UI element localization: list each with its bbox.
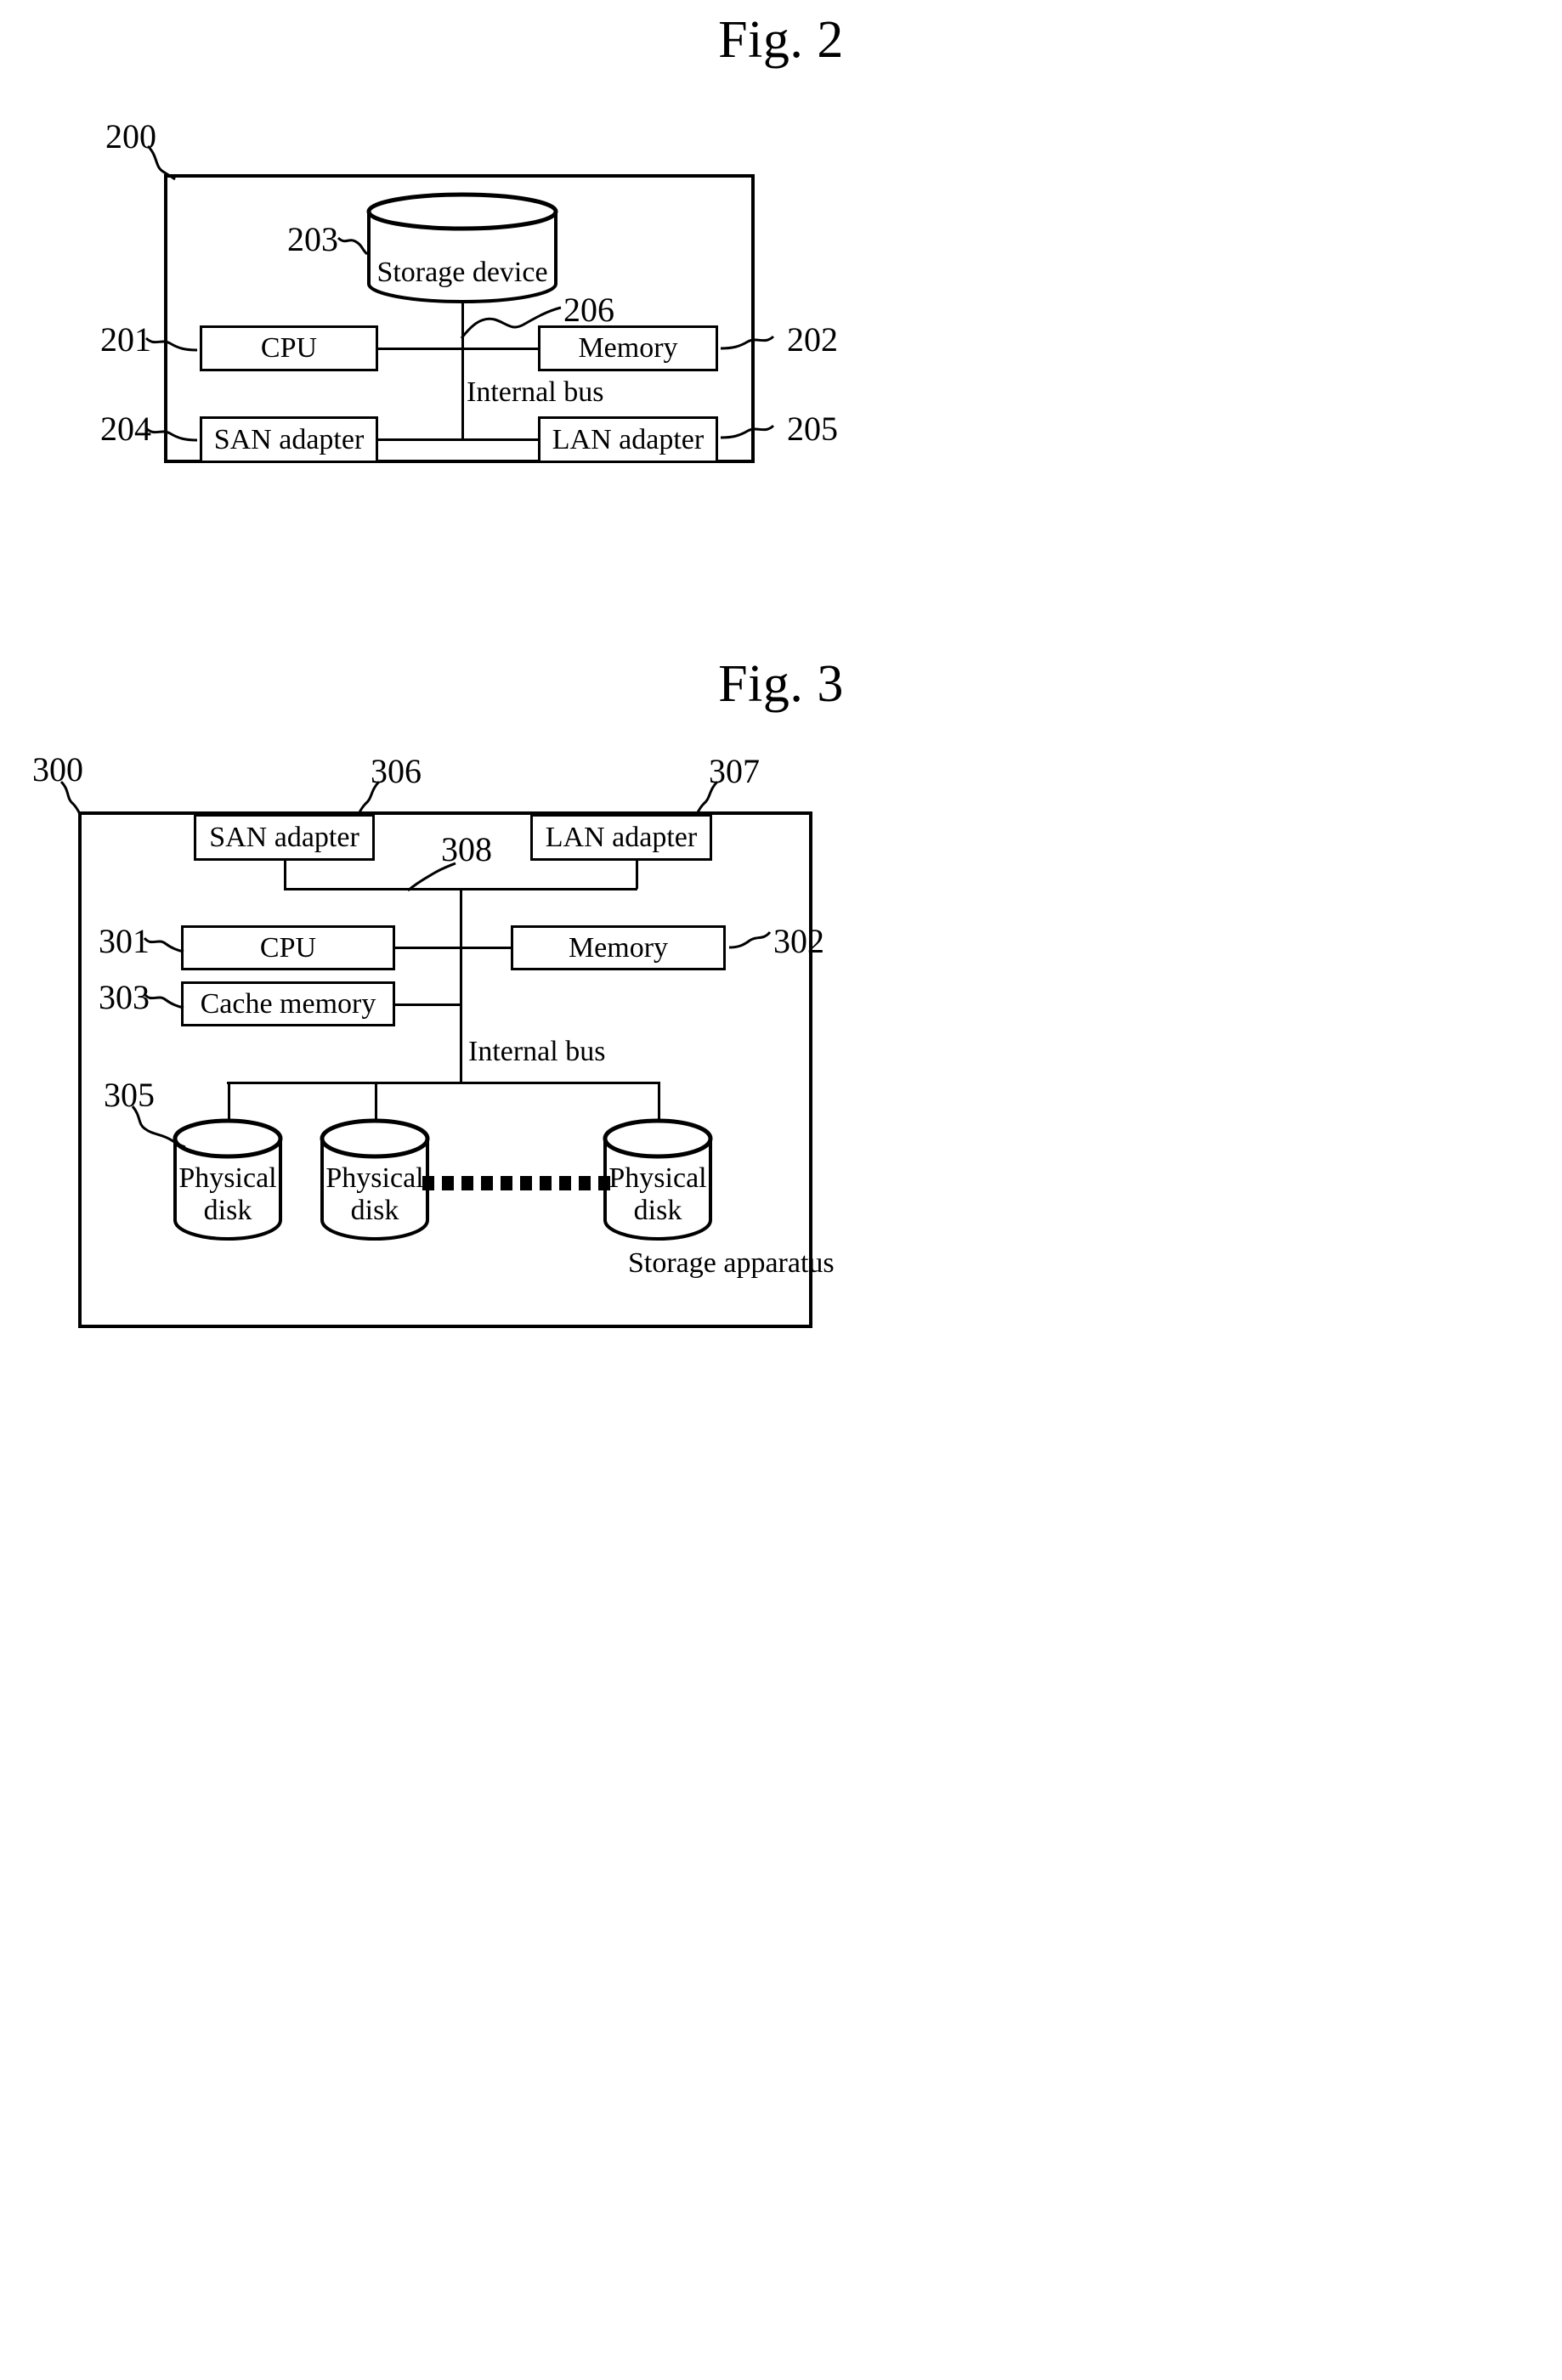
fig3-internal-bus-label: Internal bus xyxy=(468,1036,606,1067)
fig3-ref-301: 301 xyxy=(99,922,150,960)
fig3-ref-306: 306 xyxy=(371,752,422,790)
fig2-bus-san-lan xyxy=(377,438,539,441)
fig3-ref-300: 300 xyxy=(32,750,83,789)
fig3-bus-cache-memory xyxy=(394,1003,461,1006)
fig2-internal-bus-vertical xyxy=(461,297,464,439)
fig3-disks-ellipsis xyxy=(422,1176,610,1190)
fig2-storage-device-cylinder: Storage device xyxy=(366,192,558,303)
figure-3-title: Fig. 3 xyxy=(718,655,844,713)
fig3-disk-bus-rail xyxy=(227,1082,659,1084)
fig2-storage-device-label: Storage device xyxy=(376,257,548,288)
fig2-ref-202: 202 xyxy=(787,320,838,359)
fig3-san-adapter-leg xyxy=(284,860,286,889)
fig3-ref-303: 303 xyxy=(99,978,150,1016)
fig2-ref-205: 205 xyxy=(787,410,838,448)
fig3-ref-302: 302 xyxy=(773,922,824,960)
fig2-ref-200: 200 xyxy=(105,117,156,155)
fig3-internal-bus-vertical xyxy=(460,888,462,1082)
fig3-physical-disk-3: Physical disk xyxy=(603,1118,713,1241)
fig2-block-memory: Memory xyxy=(538,325,718,371)
fig2-block-lan-adapter: LAN adapter xyxy=(538,416,718,463)
fig3-storage-apparatus-label: Storage apparatus xyxy=(628,1247,835,1279)
fig3-physical-disk-label-1: Physical disk xyxy=(178,1162,277,1227)
fig3-block-lan-adapter: LAN adapter xyxy=(530,814,712,861)
fig3-block-memory: Memory xyxy=(511,925,726,970)
fig3-block-cpu: CPU xyxy=(181,925,395,970)
fig2-block-cpu: CPU xyxy=(200,325,378,371)
fig3-block-cache-memory: Cache memory xyxy=(181,981,395,1026)
fig2-ref-206: 206 xyxy=(563,291,614,329)
fig3-physical-disk-1: Physical disk xyxy=(173,1118,283,1241)
fig3-lan-adapter-leg xyxy=(636,860,638,889)
fig3-ref-308: 308 xyxy=(441,830,492,868)
fig2-ref-203: 203 xyxy=(287,220,338,258)
fig3-physical-disk-2: Physical disk xyxy=(320,1118,430,1241)
fig3-ref-307: 307 xyxy=(709,752,760,790)
fig2-internal-bus-label: Internal bus xyxy=(467,376,604,408)
fig3-physical-disk-label-3: Physical disk xyxy=(608,1162,707,1227)
fig2-block-san-adapter: SAN adapter xyxy=(200,416,378,463)
fig2-ref-201: 201 xyxy=(100,320,151,359)
fig3-physical-disk-label-2: Physical disk xyxy=(325,1162,424,1227)
figure-2-title: Fig. 2 xyxy=(718,11,844,69)
fig2-ref-204: 204 xyxy=(100,410,151,448)
fig2-bus-cpu-memory xyxy=(377,348,539,350)
fig3-ref-305: 305 xyxy=(104,1076,155,1114)
fig3-block-san-adapter: SAN adapter xyxy=(194,814,375,861)
fig3-bus-cpu-memory xyxy=(394,947,512,949)
